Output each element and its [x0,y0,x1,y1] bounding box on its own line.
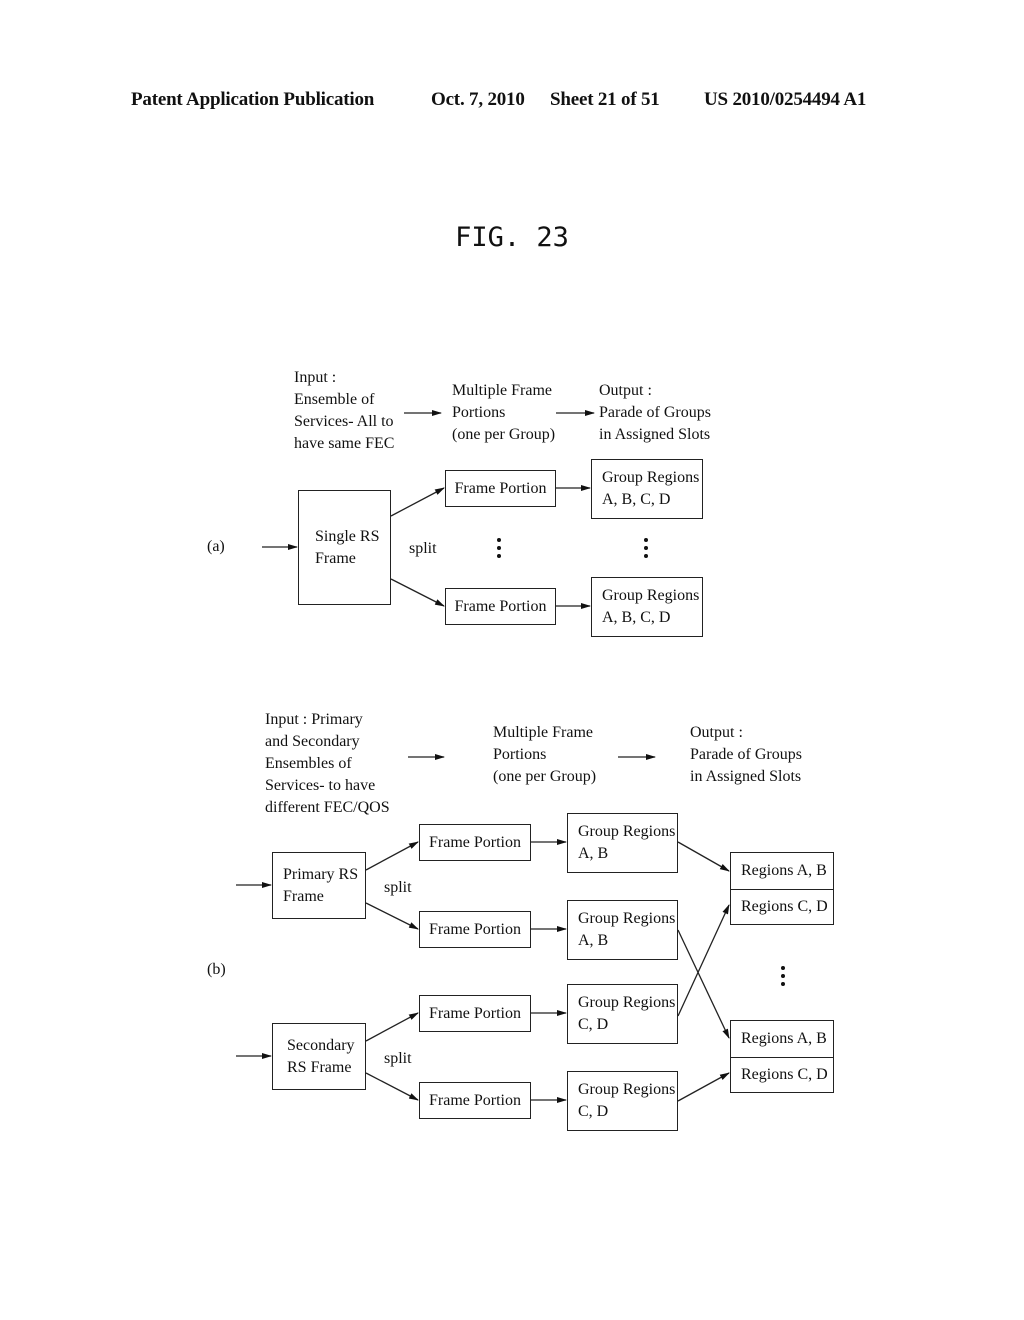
frame-portion-label: Frame Portion [429,833,521,851]
arrow-b-secondary-split-top [365,1012,419,1042]
frame-portion-label: Frame Portion [429,1004,521,1022]
b-output-caption: Output : Parade of Groups in Assigned Sl… [690,724,802,785]
group-regions-label: Group Regions A, B [578,910,676,949]
frame-portion-label: Frame Portion [429,1091,521,1109]
assigned-slot-stack: Regions A, B Regions C, D [730,1020,834,1093]
b-split-label-primary: split [384,879,412,896]
b-group-regions-box: Group Regions A, B [567,813,678,873]
arrow-b-primary-split-bottom [365,902,419,930]
group-regions-label: Group Regions A, B [578,823,676,862]
a-output-caption: Output : Parade of Groups in Assigned Sl… [599,382,711,443]
slot-regions-cd: Regions C, D [731,1056,833,1093]
a-split-label: split [409,540,437,557]
b-frame-portion-box: Frame Portion [419,1082,531,1119]
slot-regions-cd: Regions C, D [731,888,833,925]
b-split-label-secondary: split [384,1050,412,1067]
a-frame-portion-box: Frame Portion [445,588,556,625]
connector-lines [236,410,730,1103]
b-frame-portion-box: Frame Portion [419,911,531,948]
single-rs-frame-label: Single RS Frame [315,527,380,567]
b-group-regions-box: Group Regions C, D [567,1071,678,1131]
arrow-b-gr3-slot1 [677,904,730,1017]
publication-label: Patent Application Publication [131,89,375,110]
secondary-rs-frame-label: Secondary RS Frame [287,1036,355,1076]
arrow-b-secondary-split-bottom [365,1072,419,1101]
a-frame-portion-box: Frame Portion [445,470,556,507]
group-regions-label: Group Regions C, D [578,994,676,1033]
arrow-b-primary-split-top [365,841,419,871]
a-vertical-ellipsis-icon [497,538,501,562]
secondary-rs-frame-box: Secondary RS Frame [272,1023,366,1090]
arrow-b-gr4-slot2 [677,1072,730,1102]
a-group-regions-box: Group Regions A, B, C, D [591,577,703,637]
arrow-a-split-bottom [390,578,445,607]
a-portions-caption: Multiple Frame Portions (one per Group) [452,382,556,443]
primary-rs-frame-label: Primary RS Frame [283,865,359,905]
a-part-label: (a) [207,538,225,555]
single-rs-frame-box: Single RS Frame [298,490,391,605]
arrow-b-gr2-slot2 [677,929,730,1039]
slot-regions-ab: Regions A, B [741,861,827,879]
b-frame-portion-box: Frame Portion [419,995,531,1032]
group-regions-label: Group Regions C, D [578,1081,676,1120]
slot-regions-ab: Regions A, B [741,1029,827,1047]
arrow-b-gr1-slot1 [677,841,730,872]
arrow-a-split-top [390,487,445,517]
b-group-regions-box: Group Regions C, D [567,984,678,1044]
b-part-label: (b) [207,961,226,978]
b-group-regions-box: Group Regions A, B [567,900,678,960]
figure-title: FIG. 23 [455,222,569,253]
publication-date: Oct. 7, 2010 [431,89,525,110]
group-regions-label: Group Regions A, B, C, D [602,469,700,508]
b-input-caption: Input : Primary and Secondary Ensembles … [265,711,390,816]
b-frame-portion-box: Frame Portion [419,824,531,861]
primary-rs-frame-box: Primary RS Frame [272,852,366,919]
group-regions-label: Group Regions A, B, C, D [602,587,700,626]
sheet-number: Sheet 21 of 51 [550,89,660,110]
frame-portion-label: Frame Portion [454,479,547,497]
a-input-caption: Input : Ensemble of Services- All to hav… [294,369,395,452]
b-portions-caption: Multiple Frame Portions (one per Group) [493,724,597,785]
b-vertical-ellipsis-icon [781,966,785,990]
assigned-slot-stack: Regions A, B Regions C, D [730,852,834,925]
a-vertical-ellipsis-icon [644,538,648,562]
a-group-regions-box: Group Regions A, B, C, D [591,459,703,519]
frame-portion-label: Frame Portion [454,597,547,615]
patent-number: US 2010/0254494 A1 [704,89,867,110]
frame-portion-label: Frame Portion [429,920,521,938]
